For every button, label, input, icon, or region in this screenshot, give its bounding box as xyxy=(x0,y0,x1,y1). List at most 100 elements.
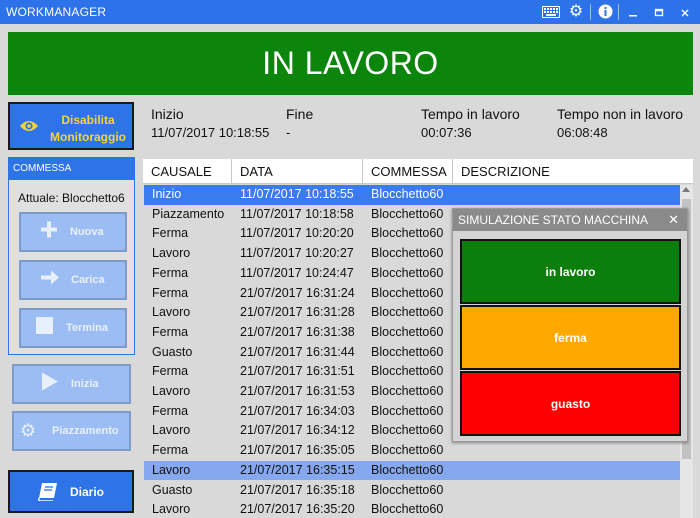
title-separator xyxy=(590,4,591,20)
cell-commessa: Blocchetto60 xyxy=(371,187,444,201)
cell-data: 21/07/2017 16:35:05 xyxy=(240,443,355,458)
eye-icon xyxy=(19,119,39,136)
disable-monitoring-label: Disabilita Monitoraggio xyxy=(50,113,126,144)
keyboard-icon[interactable] xyxy=(541,3,561,21)
info-icon[interactable] xyxy=(596,3,614,21)
sim-working-button[interactable]: in lavoro xyxy=(460,239,681,304)
stop-icon xyxy=(36,317,53,339)
dialog-title-bar: SIMULAZIONE STATO MACCHINA xyxy=(453,209,687,231)
title-separator xyxy=(618,4,619,20)
table-row[interactable]: Lavoro 21/07/2017 16:35:20 Blocchetto60 xyxy=(144,500,680,518)
cell-causale: Piazzamento xyxy=(152,206,225,221)
cell-causale: Ferma xyxy=(152,324,189,339)
cell-causale: Ferma xyxy=(152,265,189,280)
table-row[interactable]: Guasto 21/07/2017 16:35:18 Blocchetto60 xyxy=(144,481,680,501)
cell-data: 11/07/2017 10:18:55 xyxy=(240,187,354,201)
cell-commessa: Blocchetto60 xyxy=(371,265,444,280)
cell-data: 21/07/2017 16:35:20 xyxy=(240,502,355,517)
machine-status-banner: IN LAVORO xyxy=(8,32,693,95)
commessa-panel: COMMESSA Attuale: Blocchetto6 Nuova Cari… xyxy=(8,157,135,355)
column-header-commessa[interactable]: COMMESSA xyxy=(363,159,453,184)
column-header-data[interactable]: DATA xyxy=(232,159,363,184)
column-header-causale[interactable]: CAUSALE xyxy=(143,159,232,184)
cell-causale: Lavoro xyxy=(152,502,191,517)
cell-commessa: Blocchetto60 xyxy=(371,226,444,241)
book-icon xyxy=(38,483,58,504)
cell-causale: Inizio xyxy=(152,187,182,201)
sim-fault-label: guasto xyxy=(550,396,591,411)
play-icon xyxy=(42,372,58,396)
start-label: Inizia xyxy=(71,378,99,390)
setup-button[interactable]: ⚙ Piazzamento xyxy=(12,411,131,451)
cell-causale: Lavoro xyxy=(152,384,191,398)
sim-stopped-button[interactable]: ferma xyxy=(460,305,681,370)
machine-status-text: IN LAVORO xyxy=(262,45,439,81)
arrow-right-icon xyxy=(41,270,59,291)
cell-commessa: Blocchetto60 xyxy=(371,344,444,359)
cell-causale: Lavoro xyxy=(152,246,191,261)
cell-commessa: Blocchetto60 xyxy=(371,462,444,477)
cell-data: 21/07/2017 16:34:12 xyxy=(240,423,355,438)
non-working-time-label: Tempo non in lavoro xyxy=(557,106,684,122)
close-icon[interactable]: ✕ xyxy=(668,209,679,231)
end-time-label: Fine xyxy=(286,106,314,122)
table-row[interactable]: Lavoro 21/07/2017 16:35:15 Blocchetto60 xyxy=(144,460,680,481)
cell-commessa: Blocchetto60 xyxy=(371,403,444,418)
cell-causale: Ferma xyxy=(152,443,189,458)
machine-simulation-dialog: SIMULAZIONE STATO MACCHINA ✕ in lavoro f… xyxy=(452,208,688,442)
cell-data: 11/07/2017 10:20:27 xyxy=(240,246,354,261)
cell-data: 21/07/2017 16:31:53 xyxy=(240,384,355,398)
end-commessa-button[interactable]: Termina xyxy=(19,308,127,348)
cell-causale: Lavoro xyxy=(152,423,191,438)
gear-icon[interactable]: ⚙ xyxy=(566,3,586,21)
cell-commessa: Blocchetto60 xyxy=(371,206,444,221)
column-header-descrizione[interactable]: DESCRIZIONE xyxy=(453,159,680,184)
cell-commessa: Blocchetto60 xyxy=(371,443,444,458)
cell-data: 21/07/2017 16:31:44 xyxy=(240,344,355,359)
scroll-up-icon[interactable] xyxy=(682,187,690,192)
cell-data: 21/07/2017 16:35:15 xyxy=(240,462,355,477)
cell-causale: Ferma xyxy=(152,403,189,418)
close-icon[interactable] xyxy=(678,3,692,21)
sim-fault-button[interactable]: guasto xyxy=(460,371,681,436)
cell-causale: Lavoro xyxy=(152,462,191,477)
new-commessa-button[interactable]: Nuova xyxy=(19,212,127,252)
cell-data: 11/07/2017 10:18:58 xyxy=(240,206,354,221)
maximize-icon[interactable] xyxy=(652,3,666,21)
minimize-icon[interactable] xyxy=(626,3,640,21)
start-button[interactable]: Inizia xyxy=(12,364,131,404)
disable-monitoring-button[interactable]: Disabilita Monitoraggio xyxy=(8,102,134,150)
diary-button[interactable]: Diario xyxy=(8,470,134,513)
working-time-value: 00:07:36 xyxy=(421,125,472,140)
cell-commessa: Blocchetto60 xyxy=(371,285,444,300)
cell-commessa: Blocchetto60 xyxy=(371,423,444,438)
table-row[interactable]: Inizio 11/07/2017 10:18:55 Blocchetto60 xyxy=(144,185,680,205)
app-window: WORKMANAGER ⚙ IN LAVORO Disabilita Monit… xyxy=(0,0,700,518)
cell-commessa: Blocchetto60 xyxy=(371,482,444,497)
load-commessa-button[interactable]: Carica xyxy=(19,260,127,300)
window-title: WORKMANAGER xyxy=(6,5,107,19)
cell-data: 21/07/2017 16:34:03 xyxy=(240,403,355,418)
cell-commessa: Blocchetto60 xyxy=(371,364,444,379)
non-working-time-value: 06:08:48 xyxy=(557,125,608,140)
cell-causale: Ferma xyxy=(152,364,189,379)
setup-label: Piazzamento xyxy=(52,425,119,437)
cell-data: 21/07/2017 16:31:28 xyxy=(240,305,355,320)
cell-data: 11/07/2017 10:24:47 xyxy=(240,265,354,280)
start-time-label: Inizio xyxy=(151,106,184,122)
cell-data: 21/07/2017 16:31:51 xyxy=(240,364,355,379)
cell-commessa: Blocchetto60 xyxy=(371,324,444,339)
working-time-label: Tempo in lavoro xyxy=(421,106,520,122)
cell-commessa: Blocchetto60 xyxy=(371,502,444,517)
cell-data: 21/07/2017 16:31:38 xyxy=(240,324,355,339)
cell-data: 21/07/2017 16:31:24 xyxy=(240,285,355,300)
cell-data: 11/07/2017 10:20:20 xyxy=(240,226,354,241)
sim-stopped-label: ferma xyxy=(554,330,587,345)
current-commessa: Attuale: Blocchetto6 xyxy=(18,191,125,205)
new-commessa-label: Nuova xyxy=(70,226,104,238)
end-time-value: - xyxy=(286,125,291,140)
table-row[interactable]: Ferma 21/07/2017 16:35:05 Blocchetto60 xyxy=(144,441,680,461)
load-commessa-label: Carica xyxy=(71,274,105,286)
gears-icon: ⚙ xyxy=(20,420,37,441)
cell-commessa: Blocchetto60 xyxy=(371,384,444,398)
